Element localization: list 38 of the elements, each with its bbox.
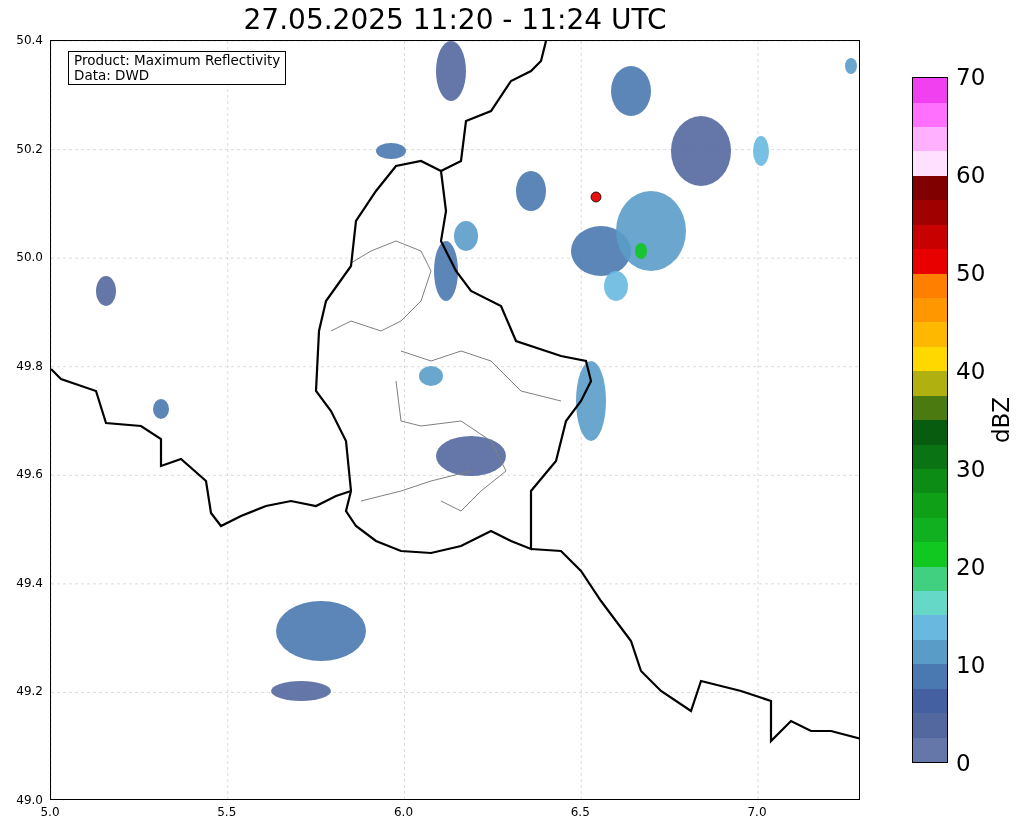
- y-axis-label: 49.0: [16, 794, 43, 806]
- scale-label: 50: [956, 261, 986, 285]
- radar-echo: [516, 171, 546, 211]
- scale-label: 20: [956, 555, 986, 579]
- radar-echo: [436, 436, 506, 476]
- scale-label: 0: [956, 751, 971, 775]
- scale-label: 70: [956, 65, 986, 89]
- x-axis-label: 6.0: [393, 806, 414, 818]
- info-text: Product: Maximum Reflectivity: [74, 53, 281, 68]
- info-text: Data: DWD: [74, 68, 151, 83]
- scale-label: 40: [956, 359, 986, 383]
- x-axis-label: 6.5: [570, 806, 590, 818]
- scale-label: 10: [956, 653, 986, 677]
- radar-echo: [271, 681, 331, 701]
- location-marker: [590, 191, 602, 203]
- x-axis-label: 5.5: [217, 806, 237, 818]
- y-axis-label: 50.4: [16, 34, 43, 46]
- scale-unit: dBZ: [989, 396, 1013, 444]
- radar-echo: [611, 66, 651, 116]
- scale-label: 60: [956, 163, 986, 187]
- radar-echo: [671, 116, 731, 186]
- radar-echo: [96, 276, 116, 306]
- y-axis-label: 50.2: [16, 142, 43, 155]
- radar-echo: [153, 399, 169, 419]
- y-axis-label: 49.4: [16, 576, 43, 589]
- radar-echo: [419, 366, 443, 386]
- y-axis-label: 49.6: [16, 468, 43, 481]
- x-axis-label: 7.0: [747, 806, 767, 818]
- y-axis-label: 50.0: [16, 251, 43, 264]
- scale-label: 30: [956, 457, 986, 481]
- radar-echo: [376, 143, 406, 159]
- x-axis-label: 5.0: [40, 806, 60, 818]
- radar-echo: [845, 58, 857, 74]
- y-axis-label: 49.8: [16, 359, 43, 372]
- radar-echo: [753, 136, 769, 166]
- chart-title: 27.05.2025 11:20 - 11:24 UTC: [243, 6, 667, 34]
- radar-echo: [436, 41, 466, 101]
- y-axis-label: 49.2: [16, 685, 43, 698]
